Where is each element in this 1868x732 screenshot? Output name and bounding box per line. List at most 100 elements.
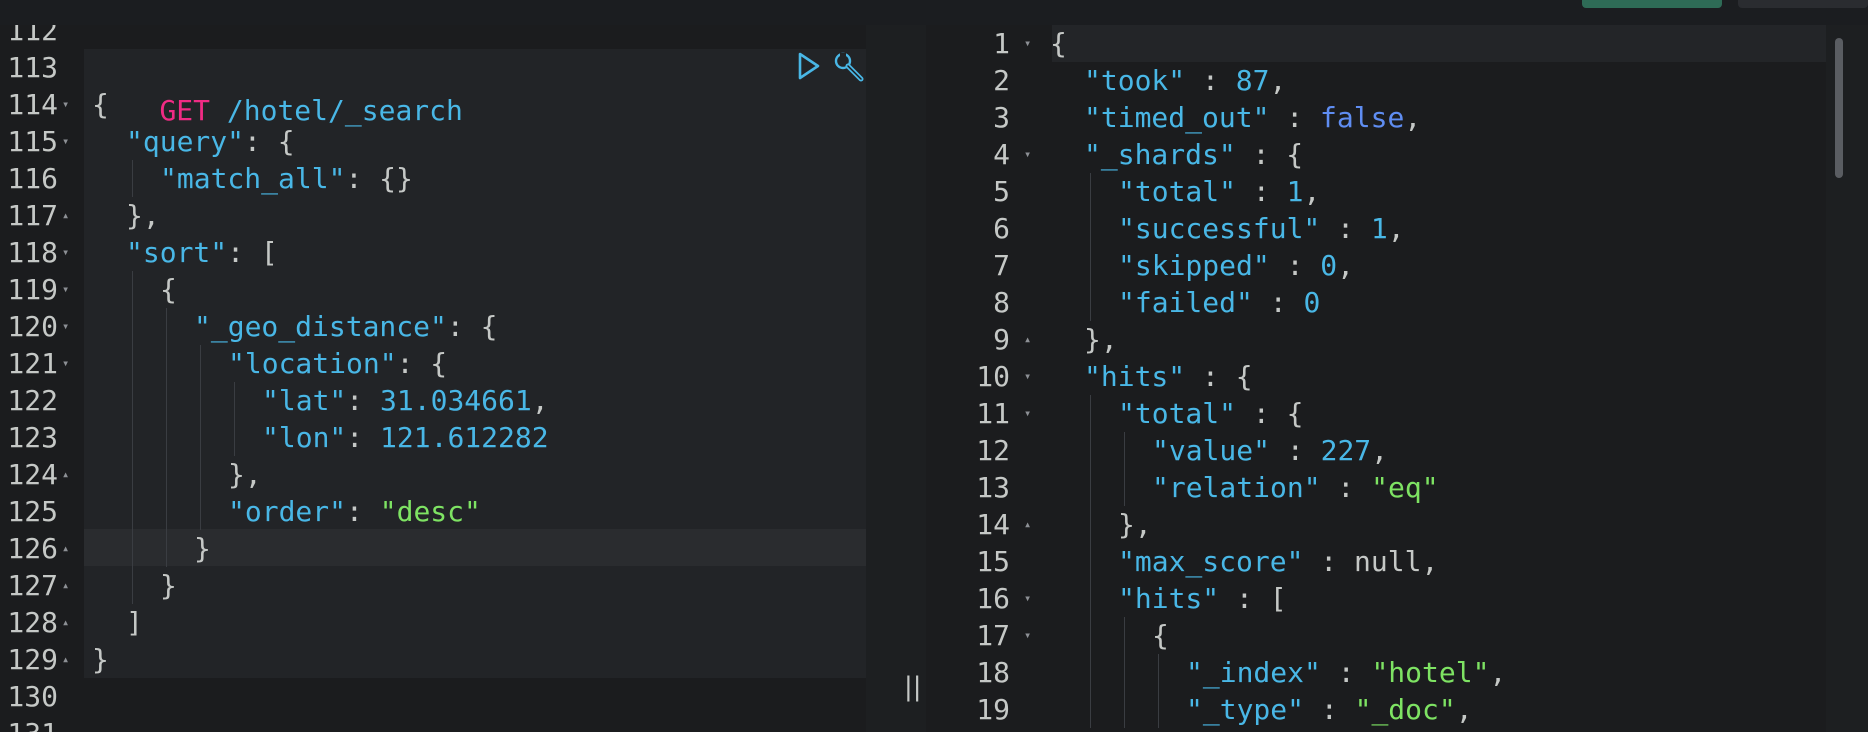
code-line[interactable]: "order": "desc" (228, 493, 481, 530)
request-editor[interactable]: {"query": {"match_all": {}}, "sort": [{"_… (0, 25, 866, 732)
fold-open-icon[interactable]: ▾ (1024, 25, 1031, 62)
code-line[interactable]: { (1050, 25, 1067, 62)
toolbar-secondary-button[interactable] (1738, 0, 1868, 8)
line-number: 17 (976, 619, 1010, 652)
fold-open-icon[interactable]: ▾ (1024, 617, 1031, 654)
code-line[interactable]: "lat": 31.034661, (262, 382, 549, 419)
line-number: 122 (7, 384, 58, 417)
code-line[interactable]: "successful" : 1, (1118, 210, 1405, 247)
code-token: } (160, 569, 177, 602)
line-number: 12 (976, 434, 1010, 467)
fold-close-icon[interactable]: ▴ (62, 604, 69, 641)
code-token: 227 (1320, 434, 1372, 467)
code-token: "match_all" (160, 162, 346, 195)
code-token: : (1320, 656, 1372, 689)
top-toolbar (0, 0, 1868, 26)
code-line[interactable]: "location": { (228, 345, 447, 382)
fold-open-icon[interactable]: ▾ (62, 86, 69, 123)
fold-open-icon[interactable]: ▾ (62, 308, 69, 345)
code-token: "lon" (262, 421, 347, 454)
code-line[interactable]: "hits" : { (1084, 358, 1253, 395)
fold-open-icon[interactable]: ▾ (1024, 580, 1031, 617)
code-token: : (346, 495, 380, 528)
fold-open-icon[interactable]: ▾ (1024, 395, 1031, 432)
request-line-header[interactable]: GET /hotel/_search (92, 55, 462, 127)
fold-open-icon[interactable]: ▾ (1024, 358, 1031, 395)
code-line[interactable]: ] (126, 604, 143, 641)
line-number: 16 (976, 582, 1010, 615)
fold-close-icon[interactable]: ▴ (62, 530, 69, 567)
code-token: "max_score" (1118, 545, 1304, 578)
indent-guide (166, 419, 167, 456)
code-line[interactable]: }, (1118, 506, 1152, 543)
indent-guide (1090, 469, 1091, 506)
code-token: : (1270, 434, 1321, 467)
code-token: false (1320, 101, 1405, 134)
code-line[interactable]: "total" : { (1118, 395, 1303, 432)
code-line[interactable]: "_shards" : { (1084, 136, 1303, 173)
indent-guide (1124, 654, 1125, 691)
code-token: "_shards" (1084, 138, 1236, 171)
code-line[interactable]: "value" : 227, (1152, 432, 1388, 469)
code-line[interactable]: "took" : 87, (1084, 62, 1286, 99)
line-number: 121 (7, 347, 58, 380)
code-line[interactable]: "total" : 1, (1118, 173, 1320, 210)
code-line[interactable]: "_type" : "_doc", (1186, 691, 1473, 728)
drag-handle-icon[interactable]: || (904, 672, 922, 702)
fold-close-icon[interactable]: ▴ (62, 456, 69, 493)
code-line[interactable]: "skipped" : 0, (1118, 247, 1354, 284)
code-token: "location" (228, 347, 397, 380)
code-line[interactable]: "failed" : 0 (1118, 284, 1320, 321)
code-line[interactable]: "match_all": {} (160, 160, 413, 197)
code-line[interactable]: "timed_out" : false, (1084, 99, 1421, 136)
code-token: 0 (1320, 249, 1338, 282)
code-line[interactable]: } (160, 567, 177, 604)
fold-close-icon[interactable]: ▴ (1024, 506, 1031, 543)
code-token: "value" (1152, 434, 1271, 467)
indent-guide (1090, 395, 1091, 432)
line-number: 10 (976, 360, 1010, 393)
code-line[interactable]: }, (126, 197, 160, 234)
code-line[interactable]: } (194, 530, 211, 567)
fold-open-icon[interactable]: ▾ (62, 234, 69, 271)
line-number: 117 (7, 199, 58, 232)
play-icon[interactable] (796, 51, 822, 81)
code-line[interactable]: "_index" : "hotel", (1186, 654, 1506, 691)
code-token: { (160, 273, 177, 306)
code-line[interactable]: "_geo_distance": { (194, 308, 497, 345)
indent-guide (1090, 432, 1091, 469)
code-token: : (346, 421, 381, 454)
line-number: 13 (976, 471, 1010, 504)
fold-open-icon[interactable]: ▾ (62, 123, 69, 160)
code-line[interactable]: "lon": 121.612282 (262, 419, 549, 456)
code-line[interactable]: } (92, 641, 109, 678)
code-line[interactable]: "hits" : [ (1118, 580, 1287, 617)
code-token: , (1269, 64, 1287, 97)
code-line[interactable]: "relation" : "eq" (1152, 469, 1439, 506)
code-line[interactable]: { (1152, 617, 1169, 654)
toolbar-primary-button[interactable] (1582, 0, 1722, 8)
code-line[interactable]: }, (228, 456, 262, 493)
scrollbar-thumb[interactable] (1835, 38, 1843, 178)
code-token: , (1337, 249, 1355, 282)
fold-close-icon[interactable]: ▴ (62, 197, 69, 234)
code-line[interactable]: }, (1084, 321, 1118, 358)
code-token: "lat" (262, 384, 347, 417)
line-number: 19 (976, 693, 1010, 726)
pane-divider[interactable] (866, 25, 926, 732)
code-line[interactable]: "sort": [ (126, 234, 278, 271)
code-token: "skipped" (1118, 249, 1270, 282)
fold-open-icon[interactable]: ▾ (62, 271, 69, 308)
code-token: }, (1084, 323, 1118, 356)
fold-close-icon[interactable]: ▴ (62, 567, 69, 604)
code-line[interactable]: "max_score" : null, (1118, 543, 1438, 580)
line-number: 129 (7, 643, 58, 676)
line-number: 8 (993, 286, 1010, 319)
fold-close-icon[interactable]: ▴ (62, 641, 69, 678)
fold-open-icon[interactable]: ▾ (1024, 136, 1031, 173)
wrench-icon[interactable] (832, 50, 866, 84)
code-line[interactable]: { (160, 271, 177, 308)
fold-close-icon[interactable]: ▴ (1024, 321, 1031, 358)
line-number: 127 (7, 569, 58, 602)
fold-open-icon[interactable]: ▾ (62, 345, 69, 382)
